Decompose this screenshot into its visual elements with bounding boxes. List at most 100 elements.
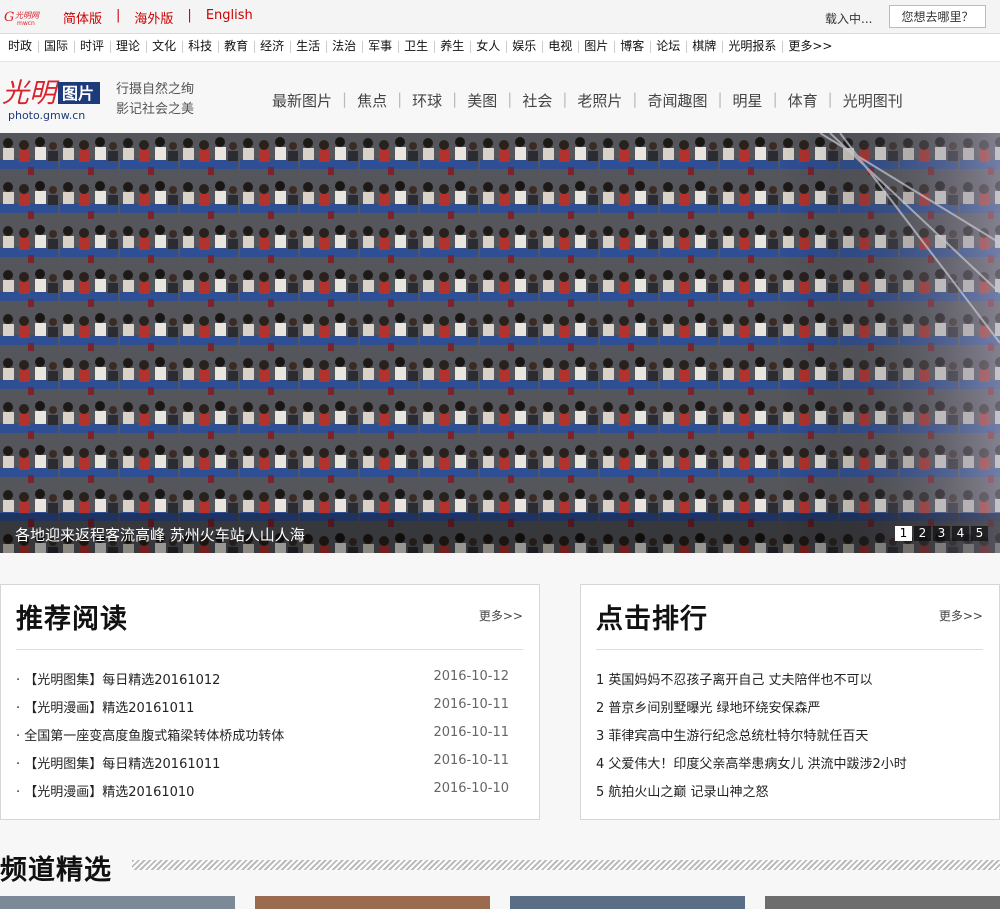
- divider: |: [187, 8, 192, 23]
- section-nav: 最新图片 | 焦点 | 环球 | 美图 | 社会 | 老照片 | 奇闻趣图 | 明星 | 体育 |…: [262, 90, 913, 111]
- list-item-title[interactable]: · 【光明图集】每日精选20161011: [16, 757, 220, 772]
- section-old-photos[interactable]: 老照片: [567, 90, 632, 111]
- list-item-date: 2016-10-12: [433, 669, 509, 684]
- lang-english-link[interactable]: English: [206, 8, 253, 27]
- where-to-go-button[interactable]: 您想去哪里？: [889, 5, 986, 28]
- nav-item-games[interactable]: 棋牌: [686, 34, 722, 58]
- nav-item-international[interactable]: 国际: [38, 34, 74, 58]
- channel-thumb-2[interactable]: [255, 896, 490, 909]
- nav-item-tv[interactable]: 电视: [542, 34, 578, 58]
- nav-item-health[interactable]: 卫生: [398, 34, 434, 58]
- hero-page-4[interactable]: 4: [952, 526, 969, 541]
- svg-text:光明网: 光明网: [15, 11, 40, 20]
- section-sports[interactable]: 体育: [778, 90, 828, 111]
- list-item[interactable]: · 【光明图集】每日精选20161012 2016-10-12: [16, 669, 523, 697]
- nav-item-women[interactable]: 女人: [470, 34, 506, 58]
- hero-photo[interactable]: [0, 133, 1000, 553]
- logo-badge-text: 图片: [62, 84, 94, 103]
- hero-page-3[interactable]: 3: [933, 526, 950, 541]
- hero-page-2[interactable]: 2: [914, 526, 931, 541]
- photo-gmw-logo[interactable]: 光明 图片 photo.gmw.cn: [2, 72, 102, 122]
- ranking-list: 1 英国妈妈不忍孩子离开自己 丈夫陪伴也不可以 2 普京乡间别墅曝光 绿地环绕安…: [596, 669, 983, 809]
- slogan-line-1: 行摄自然之绚: [116, 82, 195, 97]
- nav-item-politics[interactable]: 时政: [2, 34, 38, 58]
- list-item-title[interactable]: · 【光明图集】每日精选20161012: [16, 673, 220, 688]
- decorative-stripes: [132, 860, 1000, 870]
- ranking-title: 点击排行: [596, 604, 708, 635]
- list-item-title[interactable]: · 全国第一座变高度鱼腹式箱梁转体桥成功转体: [16, 729, 284, 744]
- section-odd-news[interactable]: 奇闻趣图: [637, 90, 717, 111]
- ranking-item[interactable]: 4 父爱伟大！印度父亲高举患病女儿 洪流中跋涉2小时: [596, 753, 983, 781]
- nav-item-tech[interactable]: 科技: [182, 34, 218, 58]
- site-header: 光明 图片 photo.gmw.cn 行摄自然之绚 影记社会之美 最新图片 | 焦…: [0, 62, 1000, 132]
- section-stars[interactable]: 明星: [723, 90, 773, 111]
- recommended-more-link[interactable]: 更多>>: [479, 607, 523, 624]
- nav-item-military[interactable]: 军事: [362, 34, 398, 58]
- nav-item-theory[interactable]: 理论: [110, 34, 146, 58]
- svg-text:mwcn: mwcn: [17, 20, 35, 26]
- section-beauty[interactable]: 美图: [457, 90, 507, 111]
- nav-item-law[interactable]: 法治: [326, 34, 362, 58]
- list-item-date: 2016-10-11: [433, 753, 509, 768]
- divider: [596, 649, 983, 650]
- hero-page-1[interactable]: 1: [895, 526, 912, 541]
- list-item-date: 2016-10-11: [433, 725, 509, 740]
- list-item[interactable]: · 【光明漫画】精选20161010 2016-10-10: [16, 781, 523, 809]
- ranking-more-link[interactable]: 更多>>: [939, 607, 983, 624]
- list-item-date: 2016-10-11: [433, 697, 509, 712]
- nav-item-education[interactable]: 教育: [218, 34, 254, 58]
- ranking-item[interactable]: 2 普京乡间别墅曝光 绿地环绕安保森严: [596, 697, 983, 725]
- gmw-logo-icon[interactable]: G 光明网 mwcn: [4, 8, 46, 26]
- list-item[interactable]: · 【光明漫画】精选20161011 2016-10-11: [16, 697, 523, 725]
- recommended-list: · 【光明图集】每日精选20161012 2016-10-12 · 【光明漫画】精…: [16, 669, 523, 809]
- channel-thumb-1[interactable]: [0, 896, 235, 909]
- top-bar: G 光明网 mwcn 简体版 | 海外版 | English 载入中... 您想…: [0, 0, 1000, 34]
- nav-item-blog[interactable]: 博客: [614, 34, 650, 58]
- language-switcher: 简体版 | 海外版 | English: [63, 8, 253, 27]
- channel-thumb-4[interactable]: [765, 896, 1000, 909]
- svg-text:G: G: [4, 10, 14, 25]
- hero-page-5[interactable]: 5: [971, 526, 988, 541]
- channel-thumb-3[interactable]: [510, 896, 745, 909]
- list-item-date: 2016-10-10: [433, 781, 509, 796]
- slogan-line-2: 影记社会之美: [116, 102, 195, 117]
- hero-caption[interactable]: 各地迎来返程客流高峰 苏州火车站人山人海: [15, 524, 305, 545]
- hero-pager: 1 2 3 4 5: [895, 526, 988, 541]
- ranking-panel: 点击排行 更多>> 1 英国妈妈不忍孩子离开自己 丈夫陪伴也不可以 2 普京乡间…: [580, 584, 1000, 820]
- section-gmw-magazine[interactable]: 光明图刊: [833, 90, 913, 111]
- section-global[interactable]: 环球: [402, 90, 452, 111]
- hero-slideshow[interactable]: 各地迎来返程客流高峰 苏州火车站人山人海 1 2 3 4 5: [0, 133, 1000, 553]
- nav-item-more[interactable]: 更多>>: [782, 34, 838, 58]
- channel-title: 频道精选: [0, 855, 112, 886]
- section-society[interactable]: 社会: [512, 90, 562, 111]
- section-focus[interactable]: 焦点: [347, 90, 397, 111]
- divider: [16, 649, 523, 650]
- section-latest[interactable]: 最新图片: [262, 90, 342, 111]
- nav-item-newspapers[interactable]: 光明报系: [722, 34, 782, 58]
- nav-item-entertainment[interactable]: 娱乐: [506, 34, 542, 58]
- nav-item-economy[interactable]: 经济: [254, 34, 290, 58]
- nav-item-wellness[interactable]: 养生: [434, 34, 470, 58]
- logo-text: 光明: [2, 78, 60, 109]
- lang-overseas-link[interactable]: 海外版: [134, 8, 173, 27]
- recommended-panel: 推荐阅读 更多>> · 【光明图集】每日精选20161012 2016-10-12…: [0, 584, 540, 820]
- nav-item-commentary[interactable]: 时评: [74, 34, 110, 58]
- nav-item-photos[interactable]: 图片: [578, 34, 614, 58]
- nav-item-culture[interactable]: 文化: [146, 34, 182, 58]
- ranking-item[interactable]: 3 菲律宾高中生游行纪念总统杜特尔特就任百天: [596, 725, 983, 753]
- main-nav: 时政 国际 时评 理论 文化 科技 教育 经济 生活 法治 军事 卫生 养生 女…: [0, 34, 1000, 62]
- nav-item-life[interactable]: 生活: [290, 34, 326, 58]
- logo-domain: photo.gmw.cn: [8, 109, 85, 122]
- list-item-title[interactable]: · 【光明漫画】精选20161010: [16, 785, 194, 800]
- list-item[interactable]: · 【光明图集】每日精选20161011 2016-10-11: [16, 753, 523, 781]
- ranking-item[interactable]: 1 英国妈妈不忍孩子离开自己 丈夫陪伴也不可以: [596, 669, 983, 697]
- recommended-title: 推荐阅读: [16, 604, 128, 635]
- ranking-item[interactable]: 5 航拍火山之巅 记录山神之怒: [596, 781, 983, 809]
- nav-item-forum[interactable]: 论坛: [650, 34, 686, 58]
- list-item[interactable]: · 全国第一座变高度鱼腹式箱梁转体桥成功转体 2016-10-11: [16, 725, 523, 753]
- loading-text: 载入中...: [825, 12, 873, 26]
- lang-simplified-link[interactable]: 简体版: [63, 8, 102, 27]
- divider: |: [116, 8, 121, 23]
- slogan: 行摄自然之绚 影记社会之美: [116, 80, 194, 120]
- list-item-title[interactable]: · 【光明漫画】精选20161011: [16, 701, 194, 716]
